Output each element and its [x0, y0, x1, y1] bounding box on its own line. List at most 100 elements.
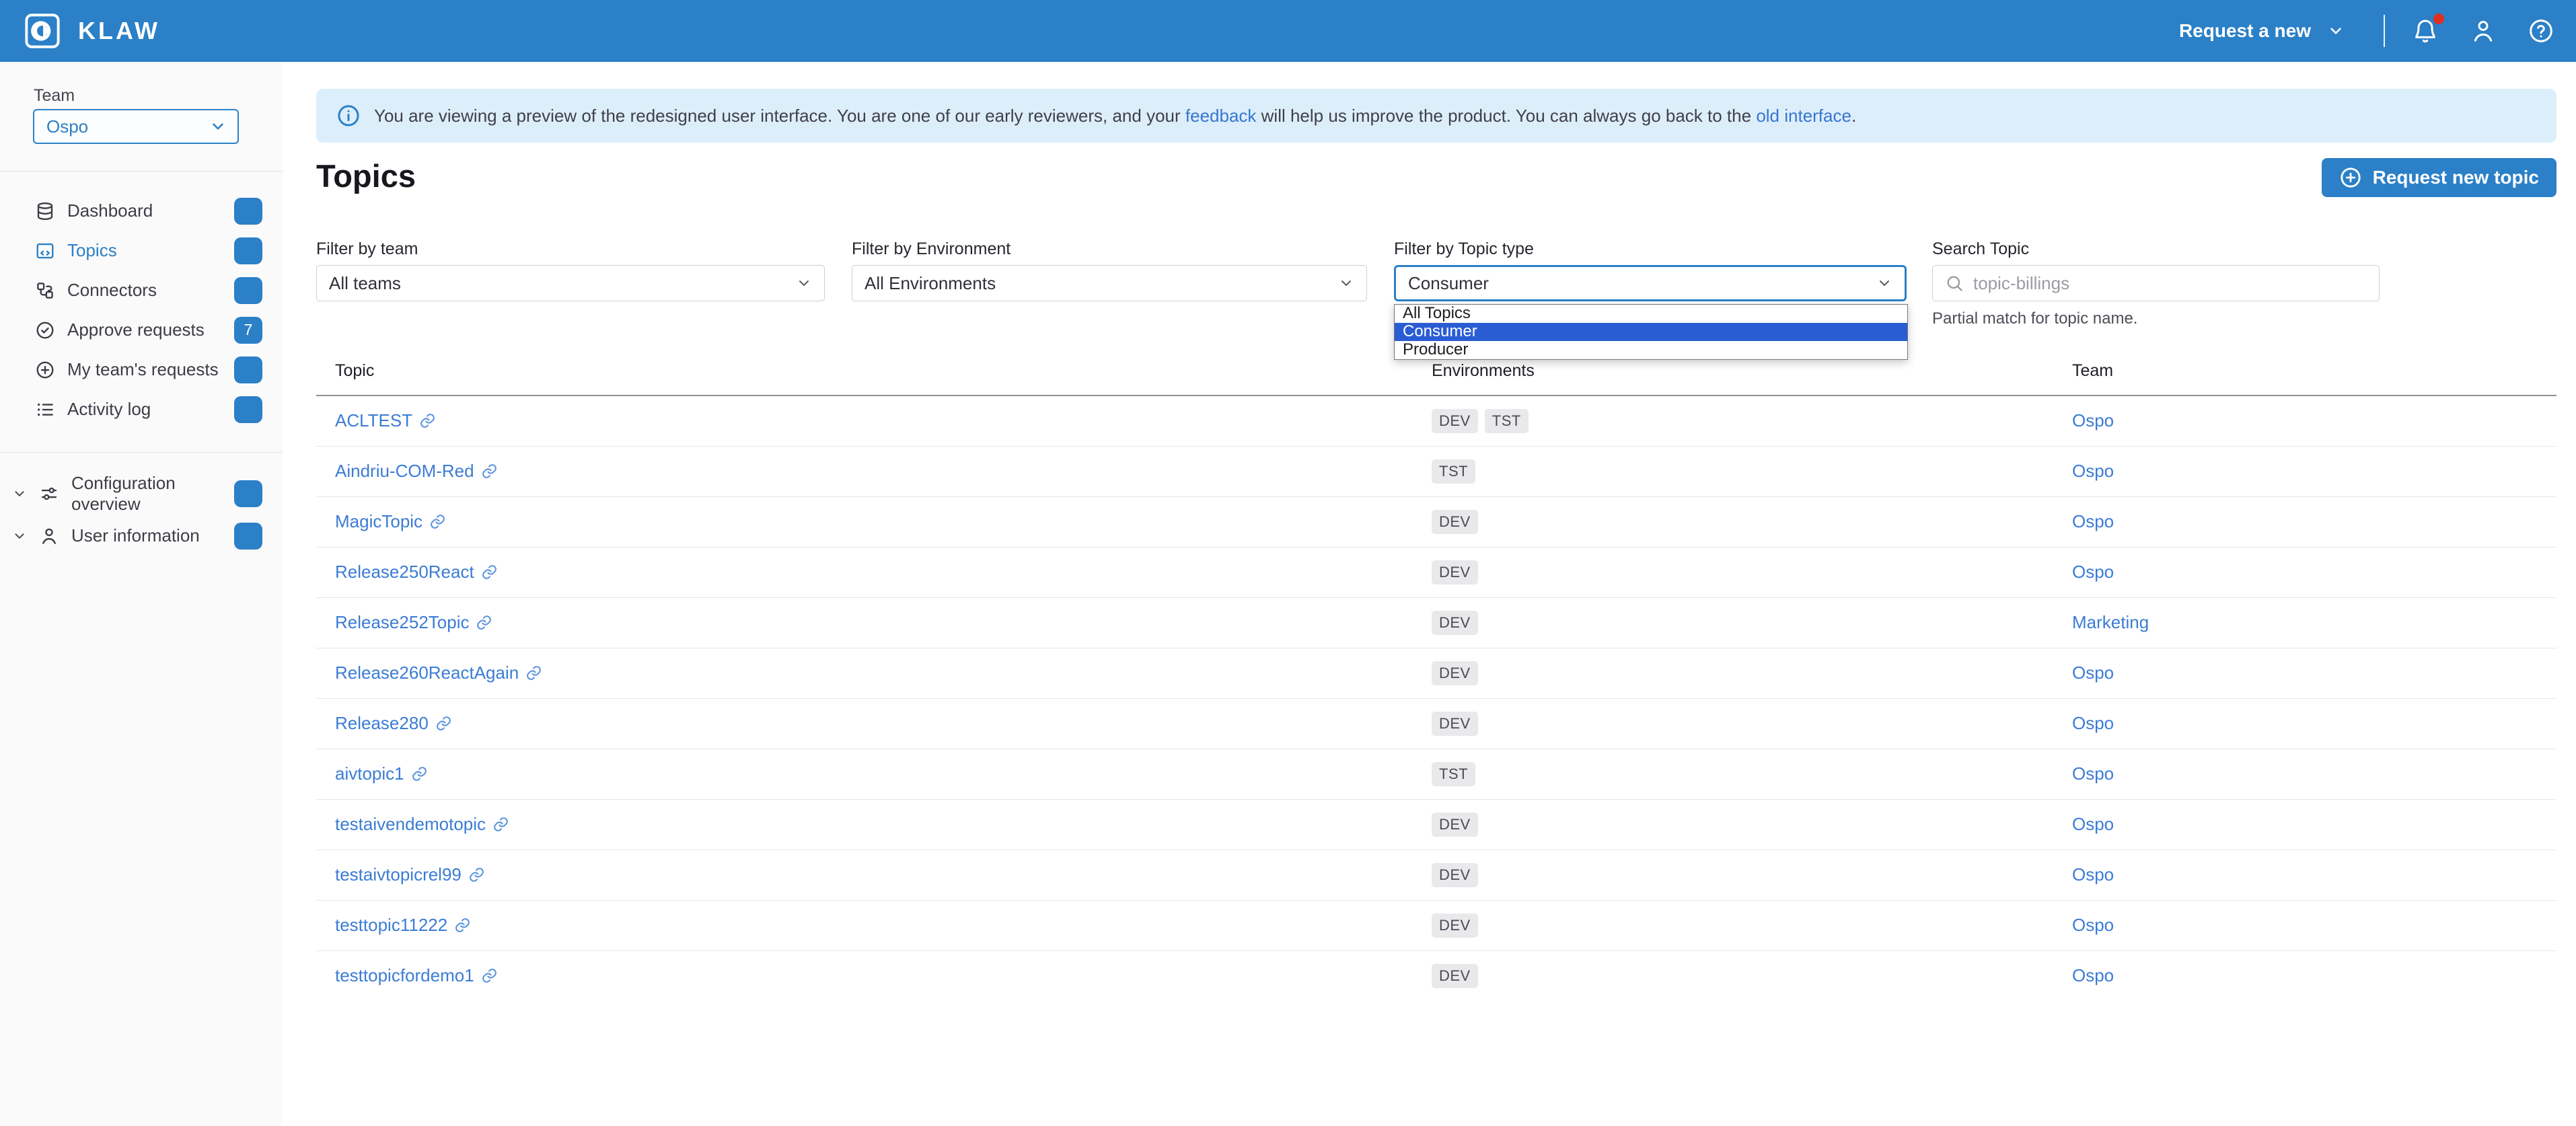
dropdown-option-all-topics[interactable]: All Topics	[1395, 305, 1907, 323]
team-link[interactable]: Ospo	[2072, 864, 2114, 885]
environment-badge: TST	[1485, 409, 1529, 433]
sidebar-item-label: Configuration overview	[71, 473, 222, 515]
page-title: Topics	[316, 157, 416, 194]
environment-badge: DEV	[1432, 913, 1478, 938]
old-interface-link[interactable]: old interface	[1756, 106, 1851, 126]
pending-requests-badge	[234, 523, 262, 550]
sidebar-item-my-team-s-requests[interactable]: My team's requests	[0, 350, 283, 389]
team-link[interactable]: Ospo	[2072, 562, 2114, 582]
chevron-down-icon[interactable]	[12, 529, 27, 543]
sidebar-item-dashboard[interactable]: Dashboard	[0, 191, 283, 231]
team-link[interactable]: Ospo	[2072, 663, 2114, 683]
profile-button[interactable]	[2466, 13, 2501, 48]
sidebar-divider	[0, 171, 283, 172]
filter-environment-select[interactable]: All Environments	[852, 265, 1367, 301]
team-select[interactable]: Ospo	[33, 109, 239, 144]
klaw-brand[interactable]: KLAW	[0, 13, 160, 49]
pending-requests-badge	[234, 277, 262, 304]
topics-table: Topic Environments Team ACLTEST DEVTST O…	[316, 347, 2556, 1001]
team-link[interactable]: Ospo	[2072, 814, 2114, 834]
link-icon	[476, 614, 492, 631]
top-navbar: KLAW Request a new	[0, 0, 2576, 62]
team-select-value: Ospo	[46, 116, 88, 137]
table-row: testaivendemotopic DEV Ospo	[316, 799, 2556, 850]
environment-badge: TST	[1432, 762, 1475, 786]
sidebar-item-connectors[interactable]: Connectors	[0, 270, 283, 310]
sidebar-item-label: Topics	[67, 240, 117, 261]
team-link[interactable]: Ospo	[2072, 763, 2114, 784]
preview-info-banner: You are viewing a preview of the redesig…	[316, 89, 2556, 143]
header-divider	[2384, 15, 2385, 47]
user-icon	[39, 526, 59, 546]
topic-link[interactable]: aivtopic1	[335, 763, 428, 784]
topic-link[interactable]: testaivtopicrel99	[335, 864, 485, 885]
link-icon	[454, 917, 471, 934]
code-window-icon	[35, 241, 55, 261]
sidebar-item-approve-requests[interactable]: Approve requests 7	[0, 310, 283, 350]
environment-badge: DEV	[1432, 661, 1478, 685]
plus-circle-icon	[35, 360, 55, 380]
sidebar: Team Ospo Dashboard Topics Connectors A	[0, 62, 283, 1126]
link-icon	[492, 816, 509, 833]
environment-badge: DEV	[1432, 611, 1478, 635]
topic-link[interactable]: Release280	[335, 713, 452, 734]
sidebar-item-label: Connectors	[67, 280, 157, 301]
topic-link[interactable]: testaivendemotopic	[335, 814, 509, 835]
topic-link[interactable]: Release250React	[335, 562, 498, 583]
sidebar-item-configuration-overview[interactable]: Configuration overview	[0, 472, 283, 515]
request-new-topic-button[interactable]: Request new topic	[2322, 158, 2556, 197]
dropdown-option-producer[interactable]: Producer	[1395, 341, 1907, 359]
team-link[interactable]: Ospo	[2072, 713, 2114, 733]
chevron-down-icon[interactable]	[12, 486, 27, 501]
link-icon	[525, 665, 542, 681]
help-icon	[2528, 17, 2554, 44]
sidebar-item-topics[interactable]: Topics	[0, 231, 283, 270]
environment-badge: TST	[1432, 459, 1475, 484]
topic-link[interactable]: ACLTEST	[335, 410, 436, 431]
team-link[interactable]: Marketing	[2072, 612, 2149, 632]
database-icon	[35, 201, 55, 221]
topic-link[interactable]: testtopic11222	[335, 915, 471, 936]
sidebar-secondary-nav: Configuration overview User information	[0, 472, 283, 557]
chevron-down-icon	[796, 275, 812, 291]
help-button[interactable]	[2524, 13, 2559, 48]
table-row: testtopicfordemo1 DEV Ospo	[316, 950, 2556, 1001]
topic-link[interactable]: Release252Topic	[335, 612, 492, 633]
request-a-new-menu-button[interactable]: Request a new	[2179, 20, 2345, 42]
team-link[interactable]: Ospo	[2072, 461, 2114, 481]
notifications-button[interactable]	[2408, 13, 2443, 48]
check-circle-icon	[35, 320, 55, 340]
topic-link[interactable]: Release260ReactAgain	[335, 663, 542, 683]
team-link[interactable]: Ospo	[2072, 965, 2114, 985]
search-topic-label: Search Topic	[1932, 239, 2029, 259]
link-icon	[411, 765, 428, 782]
sidebar-item-label: Activity log	[67, 399, 151, 420]
filter-team-select[interactable]: All teams	[316, 265, 825, 301]
topic-name: aivtopic1	[335, 763, 404, 784]
list-icon	[35, 400, 55, 420]
topic-link[interactable]: testtopicfordemo1	[335, 965, 498, 986]
banner-text-part: .	[1851, 106, 1856, 126]
brand-name: KLAW	[78, 17, 160, 45]
team-link[interactable]: Ospo	[2072, 511, 2114, 531]
topic-name: Release252Topic	[335, 612, 469, 633]
column-header-team: Team	[2053, 347, 2556, 396]
banner-text-part: You are viewing a preview of the redesig…	[374, 106, 1185, 126]
sidebar-divider	[0, 452, 283, 453]
sidebar-item-activity-log[interactable]: Activity log	[0, 389, 283, 429]
filter-topic-type-select[interactable]: Consumer	[1394, 265, 1907, 301]
link-icon	[435, 715, 452, 732]
table-row: testaivtopicrel99 DEV Ospo	[316, 850, 2556, 900]
team-link[interactable]: Ospo	[2072, 410, 2114, 430]
feedback-link[interactable]: feedback	[1185, 106, 1257, 126]
topic-link[interactable]: Aindriu-COM-Red	[335, 461, 498, 482]
search-topic-input[interactable]: topic-billings	[1932, 265, 2380, 301]
link-icon	[419, 412, 436, 429]
environment-badge: DEV	[1432, 712, 1478, 736]
link-icon	[481, 463, 498, 480]
sidebar-item-user-information[interactable]: User information	[0, 515, 283, 557]
topic-link[interactable]: MagicTopic	[335, 511, 446, 532]
dropdown-option-consumer[interactable]: Consumer	[1395, 323, 1907, 341]
filter-environment-label: Filter by Environment	[852, 239, 1010, 259]
team-link[interactable]: Ospo	[2072, 915, 2114, 935]
